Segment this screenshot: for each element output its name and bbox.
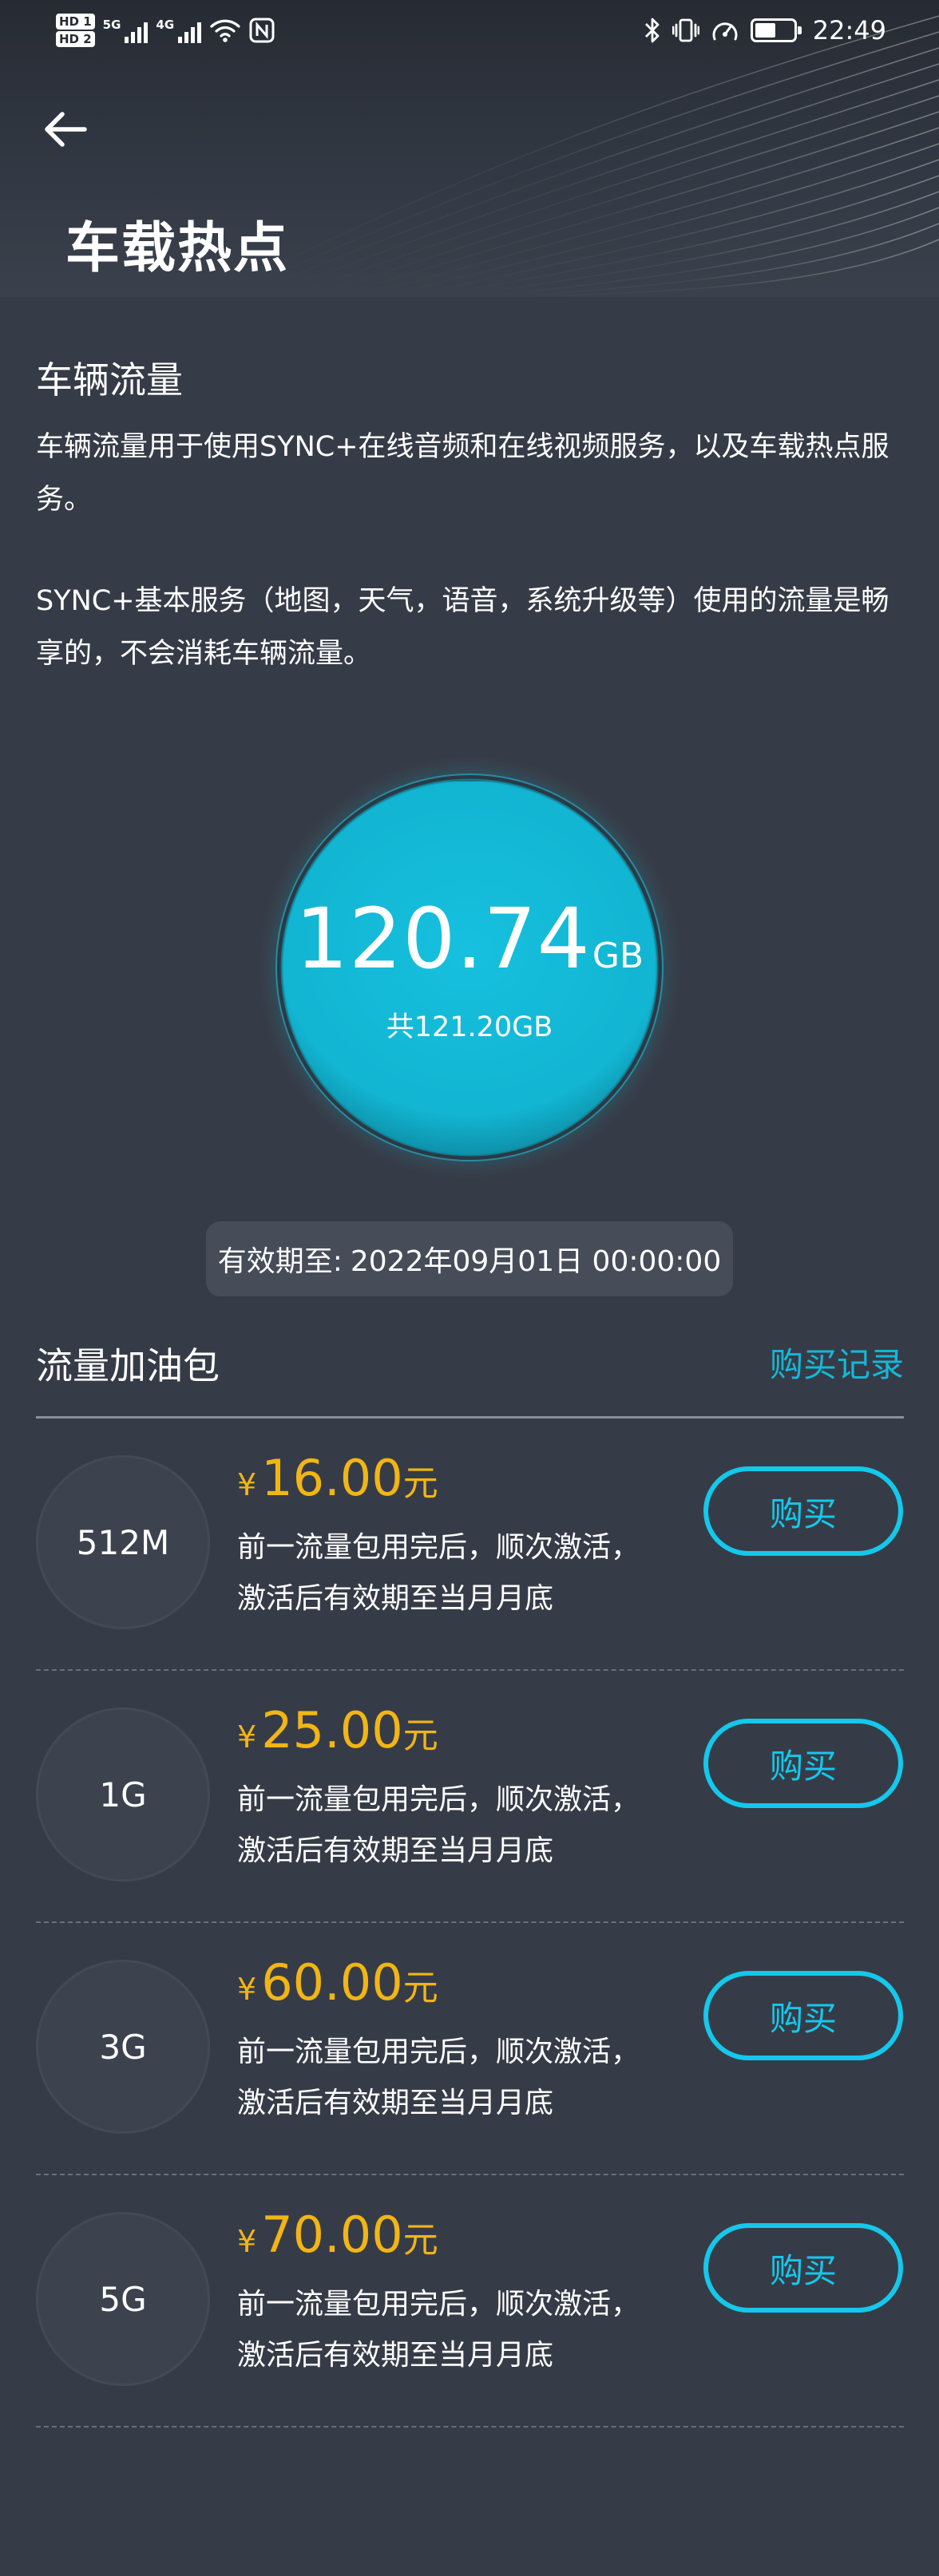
- currency-symbol: ¥: [237, 2224, 257, 2259]
- currency-symbol: ¥: [237, 1467, 257, 1502]
- package-note-line2: 激活后有效期至当月月底: [237, 1834, 554, 1867]
- package-note: 前一流量包用完后，顺次激活， 激活后有效期至当月月底: [237, 2027, 640, 2129]
- remaining-data-unit: GB: [592, 936, 644, 976]
- package-item: 512M ¥ 16.00 元 前一流量包用完后，顺次激活， 激活后有效期至当月月…: [36, 1419, 904, 1671]
- status-left: HD 1 HD 2 5G 4G: [56, 8, 275, 53]
- section-title-vehicle-data: 车辆流量: [36, 358, 183, 402]
- price-unit: 元: [402, 1968, 438, 2008]
- hd1-badge: HD 1: [56, 14, 95, 30]
- package-note-line1: 前一流量包用完后，顺次激活，: [237, 2288, 640, 2321]
- validity-badge: 有效期至: 2022年09月01日 00:00:00: [206, 1221, 733, 1296]
- page-title: 车载热点: [65, 217, 290, 280]
- back-button[interactable]: [40, 104, 91, 155]
- price-amount: 60.00: [261, 1953, 403, 2012]
- package-price: ¥ 70.00 元: [237, 2206, 438, 2264]
- price-amount: 70.00: [261, 2206, 403, 2264]
- package-size: 3G: [36, 1960, 210, 2134]
- price-amount: 25.00: [261, 1701, 403, 1759]
- package-price: ¥ 25.00 元: [237, 1701, 438, 1759]
- wifi-icon: [210, 19, 240, 42]
- packages-title: 流量加油包: [36, 1344, 220, 1387]
- status-bar: HD 1 HD 2 5G 4G 22:49: [0, 0, 939, 59]
- basic-service-description: SYNC+基本服务（地图，天气，语音，系统升级等）使用的流量是畅享的，不会消耗车…: [36, 585, 889, 670]
- status-right: 22:49: [644, 8, 886, 53]
- package-note-line1: 前一流量包用完后，顺次激活，: [237, 1783, 640, 1816]
- package-note-line1: 前一流量包用完后，顺次激活，: [237, 2036, 640, 2068]
- remaining-data: 120.74GB: [0, 890, 939, 987]
- package-note-line1: 前一流量包用完后，顺次激活，: [237, 1531, 640, 1564]
- package-item: 3G ¥ 60.00 元 前一流量包用完后，顺次激活， 激活后有效期至当月月底 …: [36, 1923, 904, 2175]
- validity-value: 2022年09月01日 00:00:00: [350, 1245, 722, 1278]
- buy-button[interactable]: 购买: [703, 1719, 903, 1808]
- package-separator: [36, 2426, 904, 2428]
- currency-symbol: ¥: [237, 1719, 257, 1755]
- buy-button[interactable]: 购买: [703, 1971, 903, 2060]
- package-note: 前一流量包用完后，顺次激活， 激活后有效期至当月月底: [237, 1522, 640, 1624]
- package-size: 5G: [36, 2212, 210, 2386]
- package-note-line2: 激活后有效期至当月月底: [237, 2087, 554, 2119]
- signal-4g-label: 4G: [156, 18, 175, 32]
- buy-button[interactable]: 购买: [703, 2223, 903, 2313]
- package-size: 512M: [36, 1455, 210, 1629]
- price-amount: 16.00: [261, 1449, 403, 1507]
- remaining-data-value: 120.74: [295, 890, 591, 987]
- price-unit: 元: [402, 1715, 438, 1756]
- purchase-history-link[interactable]: 购买记录: [770, 1338, 904, 1387]
- package-note: 前一流量包用完后，顺次激活， 激活后有效期至当月月底: [237, 1775, 640, 1877]
- vehicle-data-description: 车辆流量用于使用SYNC+在线音频和在线视频服务，以及车载热点服务。: [36, 431, 889, 516]
- header: HD 1 HD 2 5G 4G 22:49 车载热点: [0, 0, 939, 297]
- price-unit: 元: [402, 2220, 438, 2261]
- battery-level: [755, 23, 775, 38]
- package-item: 1G ¥ 25.00 元 前一流量包用完后，顺次激活， 激活后有效期至当月月底 …: [36, 1671, 904, 1923]
- package-price: ¥ 60.00 元: [237, 1953, 438, 2012]
- currency-symbol: ¥: [237, 1972, 257, 2007]
- nfc-icon: [249, 18, 275, 43]
- signal-5g-label: 5G: [102, 18, 121, 32]
- hd2-badge: HD 2: [56, 31, 95, 47]
- price-unit: 元: [402, 1463, 438, 1504]
- signal-5g-icon: 5G: [103, 18, 149, 43]
- hd-indicators: HD 1 HD 2: [56, 14, 95, 47]
- package-price: ¥ 16.00 元: [237, 1449, 438, 1507]
- speed-icon: [712, 22, 738, 41]
- validity-label: 有效期至:: [217, 1245, 343, 1278]
- package-note: 前一流量包用完后，顺次激活， 激活后有效期至当月月底: [237, 2279, 640, 2381]
- vibrate-icon: [672, 18, 699, 42]
- signal-4g-icon: 4G: [156, 18, 202, 43]
- package-item: 5G ¥ 70.00 元 前一流量包用完后，顺次激活， 激活后有效期至当月月底 …: [36, 2175, 904, 2428]
- status-time: 22:49: [812, 15, 886, 46]
- total-data: 共121.20GB: [386, 1011, 553, 1043]
- battery-icon: [750, 18, 802, 42]
- buy-button[interactable]: 购买: [703, 1466, 903, 1556]
- package-size: 1G: [36, 1707, 210, 1882]
- package-note-line2: 激活后有效期至当月月底: [237, 1582, 554, 1615]
- bluetooth-icon: [644, 18, 660, 43]
- arrow-left-icon: [45, 112, 87, 147]
- package-note-line2: 激活后有效期至当月月底: [237, 2339, 554, 2372]
